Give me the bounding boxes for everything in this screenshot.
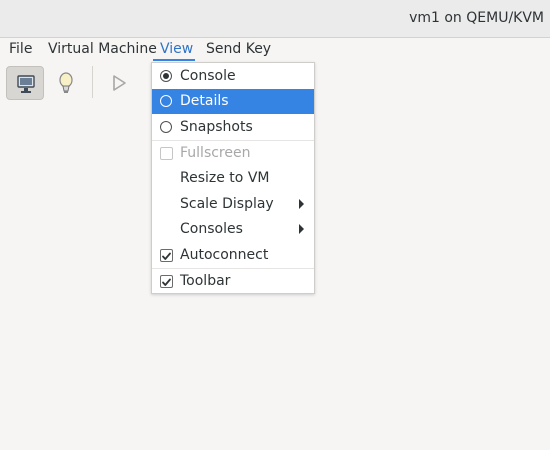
view-menu-consoles[interactable]: Consoles	[152, 217, 314, 242]
details-button[interactable]	[47, 66, 85, 100]
play-icon	[113, 75, 126, 91]
submenu-arrow-icon	[299, 199, 304, 209]
lightbulb-icon	[59, 72, 73, 93]
title-bar: vm1 on QEMU/KVM	[0, 0, 550, 38]
view-menu-autoconnect[interactable]: Autoconnect	[152, 243, 314, 268]
run-button[interactable]	[101, 66, 139, 100]
menu-file[interactable]: File	[9, 41, 32, 57]
menu-bar: File Virtual Machine View Send Key	[0, 38, 550, 62]
submenu-arrow-icon	[299, 224, 304, 234]
view-menu-fullscreen[interactable]: Fullscreen	[152, 141, 314, 166]
view-menu-toolbar[interactable]: Toolbar	[152, 269, 314, 294]
radio-unchecked-icon	[160, 95, 172, 107]
view-menu-dropdown: Console Details Snapshots Fullscreen Res…	[151, 62, 315, 294]
app-window: vm1 on QEMU/KVM File Virtual Machine Vie…	[0, 0, 550, 450]
checkbox-checked-icon	[160, 249, 173, 262]
view-menu-resize-to-vm[interactable]: Resize to VM	[152, 166, 314, 191]
view-menu-scale-display[interactable]: Scale Display	[152, 192, 314, 217]
menu-send-key[interactable]: Send Key	[206, 41, 271, 57]
active-menu-indicator	[153, 59, 195, 61]
toolbar-separator	[92, 66, 93, 98]
checkbox-unchecked-icon	[160, 147, 173, 160]
console-button[interactable]	[6, 66, 44, 100]
checkbox-checked-icon	[160, 275, 173, 288]
view-menu-details[interactable]: Details	[152, 89, 314, 114]
menu-virtual-machine[interactable]: Virtual Machine	[48, 41, 157, 57]
radio-checked-icon	[160, 70, 172, 82]
radio-unchecked-icon	[160, 121, 172, 133]
window-title: vm1 on QEMU/KVM	[409, 10, 544, 26]
menu-view[interactable]: View	[160, 41, 193, 57]
view-menu-snapshots[interactable]: Snapshots	[152, 115, 314, 140]
monitor-icon	[17, 75, 35, 93]
view-menu-console[interactable]: Console	[152, 64, 314, 89]
